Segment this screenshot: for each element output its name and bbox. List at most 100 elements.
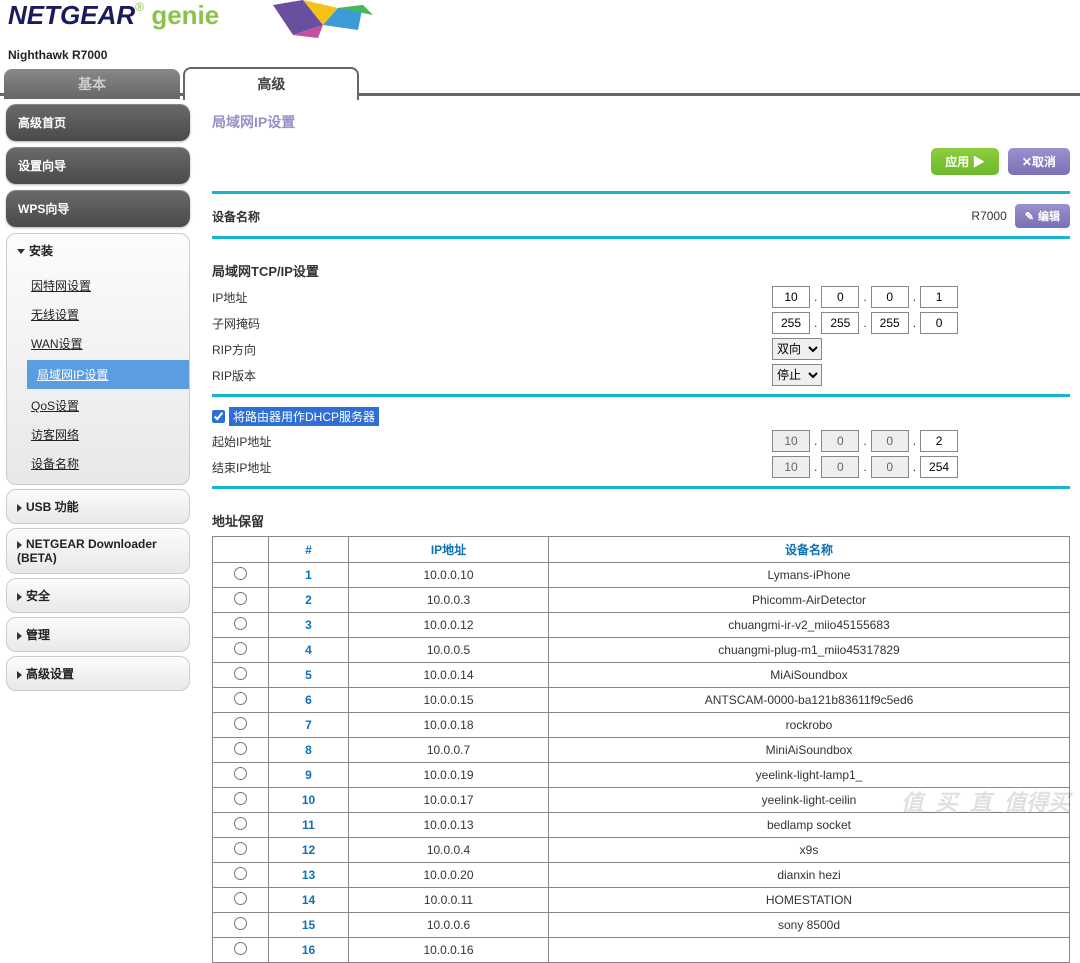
apply-label: 应用 (945, 155, 969, 169)
ip-label: IP地址 (212, 289, 772, 306)
nav-group-usb[interactable]: USB 功能 (6, 489, 190, 524)
start-ip-4[interactable] (920, 430, 958, 452)
table-row: 1210.0.0.4x9s (213, 838, 1070, 863)
chevron-right-icon (17, 632, 22, 640)
reserve-table: # IP地址 设备名称 110.0.0.10Lymans-iPhone210.0… (212, 536, 1070, 963)
row-radio[interactable] (234, 717, 247, 730)
ip-octet-1[interactable] (772, 286, 810, 308)
device-name-value: R7000 (971, 209, 1006, 223)
start-ip-1 (772, 430, 810, 452)
close-icon: ✕ (1022, 155, 1032, 169)
row-ip: 10.0.0.20 (349, 863, 549, 888)
edit-button[interactable]: ✎ 编辑 (1015, 204, 1070, 228)
row-ip: 10.0.0.11 (349, 888, 549, 913)
row-ip: 10.0.0.10 (349, 563, 549, 588)
row-radio[interactable] (234, 867, 247, 880)
row-ip: 10.0.0.4 (349, 838, 549, 863)
row-radio[interactable] (234, 792, 247, 805)
nav-group-install-head[interactable]: 安装 (7, 234, 189, 267)
row-radio[interactable] (234, 617, 247, 630)
nav-group-security[interactable]: 安全 (6, 578, 190, 613)
row-radio[interactable] (234, 692, 247, 705)
row-ip: 10.0.0.6 (349, 913, 549, 938)
row-radio[interactable] (234, 842, 247, 855)
nav-item-guest[interactable]: 访客网络 (27, 420, 189, 449)
col-select (213, 537, 269, 563)
mask-octet-2[interactable] (821, 312, 859, 334)
nav-group-manage[interactable]: 管理 (6, 617, 190, 652)
rip-dir-select[interactable]: 双向 (772, 338, 822, 360)
row-num: 15 (269, 913, 349, 938)
row-radio[interactable] (234, 592, 247, 605)
nav-advanced-home[interactable]: 高级首页 (6, 104, 190, 141)
sidebar: 高级首页 设置向导 WPS向导 安装 因特网设置 无线设置 WAN设置 局域网I… (0, 104, 190, 916)
row-ip: 10.0.0.12 (349, 613, 549, 638)
nav-group-downloader[interactable]: NETGEAR Downloader (BETA) (6, 528, 190, 574)
tab-advanced[interactable]: 高级 (183, 67, 359, 100)
nav-item-internet[interactable]: 因特网设置 (27, 271, 189, 300)
end-ip-4[interactable] (920, 456, 958, 478)
ip-octet-4[interactable] (920, 286, 958, 308)
row-name: MiniAiSoundbox (549, 738, 1070, 763)
nav-group-advsetup[interactable]: 高级设置 (6, 656, 190, 691)
nav-adv-label: 高级设置 (26, 667, 74, 681)
row-num: 12 (269, 838, 349, 863)
table-row: 1110.0.0.13bedlamp socket (213, 813, 1070, 838)
row-radio[interactable] (234, 767, 247, 780)
pencil-icon: ✎ (1025, 211, 1034, 223)
row-ip: 10.0.0.7 (349, 738, 549, 763)
tcpip-head: 局域网TCP/IP设置 (212, 247, 1070, 284)
row-num: 13 (269, 863, 349, 888)
cancel-label: 取消 (1032, 155, 1056, 169)
mask-octet-1[interactable] (772, 312, 810, 334)
nav-group-install-label: 安装 (29, 244, 53, 258)
ip-octet-3[interactable] (871, 286, 909, 308)
row-radio[interactable] (234, 642, 247, 655)
chevron-right-icon (17, 593, 22, 601)
nav-sec-label: 安全 (26, 589, 50, 603)
row-name: yeelink-light-ceilin (549, 788, 1070, 813)
nav-item-lan-ip[interactable]: 局域网IP设置 (27, 360, 189, 389)
row-num: 4 (269, 638, 349, 663)
row-name: ANTSCAM-0000-ba121b83611f9c5ed6 (549, 688, 1070, 713)
row-radio[interactable] (234, 892, 247, 905)
nav-setup-wizard[interactable]: 设置向导 (6, 147, 190, 184)
row-num: 16 (269, 938, 349, 963)
row-radio[interactable] (234, 942, 247, 955)
table-row: 510.0.0.14MiAiSoundbox (213, 663, 1070, 688)
col-name: 设备名称 (549, 537, 1070, 563)
table-row: 1410.0.0.11HOMESTATION (213, 888, 1070, 913)
nav-item-qos[interactable]: QoS设置 (27, 391, 189, 420)
row-radio[interactable] (234, 742, 247, 755)
edit-label: 编辑 (1038, 211, 1060, 223)
row-name: MiAiSoundbox (549, 663, 1070, 688)
cancel-button[interactable]: ✕取消 (1008, 148, 1070, 175)
row-name: dianxin hezi (549, 863, 1070, 888)
content: 局域网IP设置 应用 ▶ ✕取消 设备名称 R7000 ✎编辑 局域网TCP/I… (190, 104, 1080, 916)
mask-octet-4[interactable] (920, 312, 958, 334)
apply-button[interactable]: 应用 ▶ (931, 148, 998, 175)
table-row: 1310.0.0.20dianxin hezi (213, 863, 1070, 888)
row-radio[interactable] (234, 817, 247, 830)
nav-wps-wizard[interactable]: WPS向导 (6, 190, 190, 227)
dhcp-checkbox[interactable] (212, 410, 225, 423)
row-radio[interactable] (234, 667, 247, 680)
row-num: 5 (269, 663, 349, 688)
row-name: chuangmi-ir-v2_miio45155683 (549, 613, 1070, 638)
row-name: sony 8500d (549, 913, 1070, 938)
nav-mng-label: 管理 (26, 628, 50, 642)
row-radio[interactable] (234, 917, 247, 930)
tab-basic[interactable]: 基本 (4, 69, 180, 99)
ip-octet-2[interactable] (821, 286, 859, 308)
rip-ver-select[interactable]: 停止 (772, 364, 822, 386)
mask-octet-3[interactable] (871, 312, 909, 334)
row-ip: 10.0.0.13 (349, 813, 549, 838)
row-num: 8 (269, 738, 349, 763)
row-radio[interactable] (234, 567, 247, 580)
nav-item-wan[interactable]: WAN设置 (27, 329, 189, 358)
nav-item-device-name[interactable]: 设备名称 (27, 449, 189, 478)
table-row: 1510.0.0.6sony 8500d (213, 913, 1070, 938)
nav-item-wireless[interactable]: 无线设置 (27, 300, 189, 329)
reserve-head: 地址保留 (212, 497, 1070, 534)
chevron-right-icon (17, 504, 22, 512)
